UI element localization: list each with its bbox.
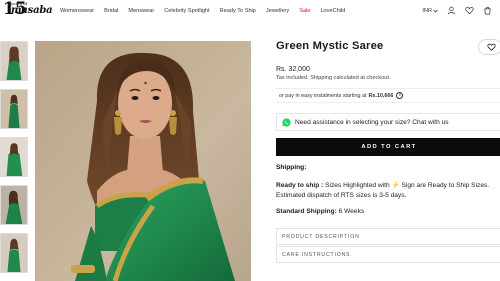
model-photo: [35, 41, 251, 281]
add-to-cart-button[interactable]: ADD TO CART: [276, 138, 500, 156]
brand-logo[interactable]: 15 years of masaba: [3, 0, 55, 21]
emi-text: or pay in easy instalments starting at: [279, 92, 367, 99]
heart-icon: [487, 43, 496, 51]
thumbnail-image[interactable]: [0, 185, 28, 225]
standard-shipping-info: Standard Shipping: 6 Weeks: [276, 208, 364, 215]
standard-shipping-label: Standard Shipping:: [276, 208, 337, 215]
whatsapp-icon: [282, 117, 291, 127]
nav-item-bridal[interactable]: Bridal: [104, 7, 118, 15]
emi-amount: Rs.10,666: [368, 92, 394, 99]
emi-info: or pay in easy instalments starting at R…: [276, 88, 500, 103]
nav-item-jewellery[interactable]: Jewellery: [266, 7, 289, 15]
nav-item-menswear[interactable]: Menswear: [128, 7, 154, 15]
nav-item-celebrity-spotlight[interactable]: Celebrity Spotlight: [164, 7, 209, 15]
nav-item-womenswear[interactable]: Womenswear: [60, 7, 94, 15]
thumbnail-image[interactable]: [0, 137, 28, 177]
standard-shipping-value: 6 Weeks: [338, 208, 365, 215]
ready-to-ship-text: Sizes Highlighted with: [325, 182, 390, 189]
product-title: Green Mystic Saree: [276, 40, 384, 52]
currency-label: INR: [422, 7, 432, 14]
product-main-image[interactable]: [35, 41, 251, 281]
lightning-icon: ⚡: [391, 182, 400, 189]
info-icon[interactable]: i: [396, 92, 404, 99]
thumbnail-image[interactable]: [0, 89, 28, 129]
nav-item-lovechild[interactable]: LoveChild: [320, 7, 345, 15]
accordion-label: PRODUCT DESCRIPTION: [282, 233, 360, 240]
ready-to-ship-info: Ready to ship : Sizes Highlighted with ⚡…: [276, 181, 500, 201]
product-price: Rs. 32,000: [276, 66, 310, 73]
accordion-label: CARE INSTRUCTIONS: [282, 251, 351, 258]
header-actions: INR: [422, 6, 492, 15]
currency-selector[interactable]: INR: [422, 8, 438, 14]
accordion-product-description[interactable]: PRODUCT DESCRIPTION: [276, 228, 500, 245]
chevron-down-icon: [433, 9, 438, 13]
accordion-care-instructions[interactable]: CARE INSTRUCTIONS: [276, 246, 500, 263]
user-icon[interactable]: [447, 6, 456, 15]
ready-to-ship-label: Ready to ship :: [276, 182, 324, 189]
thumbnail-image[interactable]: [0, 41, 28, 81]
shipping-heading: Shipping:: [276, 164, 307, 171]
logo-wordmark: masaba: [11, 5, 53, 16]
size-help-chat[interactable]: Need assistance in selecting your size? …: [276, 113, 500, 131]
size-help-text: Need assistance in selecting your size? …: [295, 118, 449, 126]
main-nav: Womenswear Bridal Menswear Celebrity Spo…: [60, 7, 355, 15]
heart-icon[interactable]: [465, 6, 474, 15]
cart-icon[interactable]: [483, 6, 492, 15]
nav-item-sale[interactable]: Sale: [299, 7, 310, 15]
tax-note: Tax included. Shipping calculated at che…: [276, 75, 391, 81]
nav-item-ready-to-ship[interactable]: Ready To Ship: [220, 7, 256, 15]
wishlist-button[interactable]: [478, 39, 500, 55]
thumbnail-image[interactable]: [0, 233, 28, 273]
site-header: 15 years of masaba Womenswear Bridal Men…: [0, 0, 500, 24]
